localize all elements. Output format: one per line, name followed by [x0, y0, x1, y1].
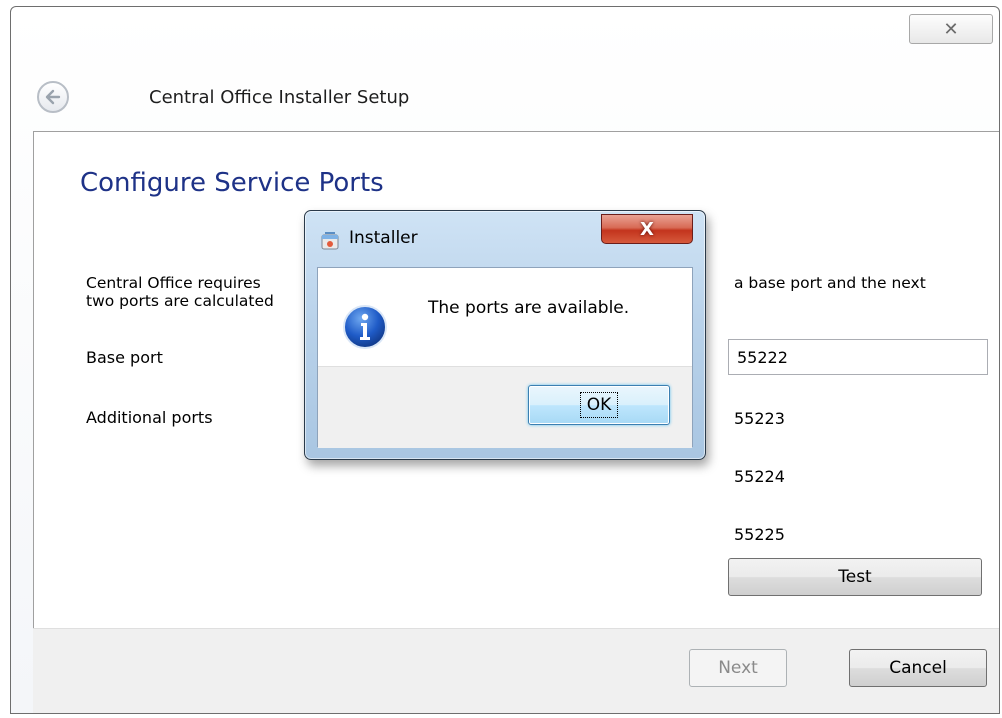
info-icon — [343, 305, 387, 349]
additional-port-2: 55224 — [734, 467, 785, 486]
base-port-label: Base port — [86, 348, 163, 367]
test-button[interactable]: Test — [728, 558, 982, 596]
back-button[interactable] — [37, 81, 69, 113]
description-right-text: a base port and the next — [734, 274, 926, 292]
ok-button[interactable]: OK — [528, 385, 670, 425]
dialog-message: The ports are available. — [428, 298, 630, 318]
dialog-client-area: The ports are available. OK — [317, 267, 693, 448]
dialog-footer: OK — [318, 366, 692, 448]
installer-icon — [321, 232, 339, 250]
dialog-close-button[interactable]: X — [601, 214, 693, 244]
ok-button-label: OK — [579, 392, 619, 418]
back-arrow-icon — [45, 89, 61, 105]
description-line-1: Central Office requires — [86, 274, 261, 292]
description-text: Central Office requires two ports are ca… — [86, 274, 274, 310]
dialog-body: The ports are available. — [318, 268, 692, 366]
close-icon: ✕ — [943, 18, 959, 40]
cancel-button[interactable]: Cancel — [849, 649, 987, 687]
description-line-2: two ports are calculated — [86, 292, 274, 310]
base-port-input[interactable] — [728, 339, 988, 375]
window-close-button[interactable]: ✕ — [909, 14, 993, 44]
installer-dialog: Installer X The ports are available. OK — [304, 210, 706, 460]
additional-ports-label: Additional ports — [86, 408, 213, 427]
additional-port-1: 55223 — [734, 409, 785, 428]
dialog-title: Installer — [349, 228, 418, 248]
additional-port-3: 55225 — [734, 525, 785, 544]
wizard-footer: Next Cancel — [33, 628, 999, 713]
window-title: Central Office Installer Setup — [149, 87, 410, 108]
close-icon: X — [640, 218, 654, 240]
page-title: Configure Service Ports — [80, 168, 384, 198]
next-button[interactable]: Next — [689, 649, 787, 687]
